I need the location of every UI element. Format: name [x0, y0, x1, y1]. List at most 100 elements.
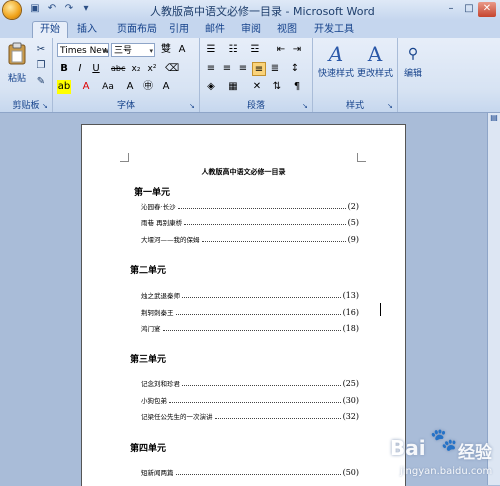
bold-button[interactable]: B — [57, 62, 71, 76]
styles-group-label: 样式 — [345, 101, 364, 111]
document-page[interactable]: 人教版高中语文必修一目录 第一单元 沁园春·长沙 (2) 雨巷 再别康桥 (5) 大… — [81, 124, 406, 486]
dialog-launcher-icon[interactable]: ↘ — [387, 102, 395, 110]
tab-review[interactable]: 审阅 — [236, 22, 266, 38]
tab-developer[interactable]: 开发工具 — [312, 22, 356, 38]
format-painter-icon[interactable]: ✎ — [34, 75, 48, 89]
toc-entry[interactable]: 烛之武退秦师 (13) — [141, 290, 359, 302]
toc-entry[interactable]: 荆轲刺秦王 (16) — [141, 307, 359, 319]
highlight-icon[interactable]: ab — [57, 80, 71, 94]
leader-dots — [201, 237, 346, 242]
group-font: Times New F▾ 三号▾ 雙 A B I U abc x₂ x² ⌫ a… — [53, 38, 200, 112]
paste-label: 粘贴 — [7, 74, 26, 84]
quick-styles-label: 快速样式 — [317, 69, 354, 79]
toc-entry-text: 记梁任公先生的一次演讲 — [141, 413, 213, 421]
unit-heading: 第一单元 — [134, 188, 171, 198]
multilevel-list-icon[interactable]: ☲ — [248, 43, 262, 57]
unit-heading: 第二单元 — [130, 266, 167, 276]
underline-button[interactable]: U — [89, 62, 103, 76]
toc-entry[interactable]: 大堰河——我的保姆 (9) — [141, 234, 359, 246]
binoculars-icon: ⚲ — [407, 46, 419, 62]
toc-entry-text: 沁园春·长沙 — [141, 203, 176, 211]
toc-entry-text: 荆轲刺秦王 — [141, 309, 174, 317]
toc-page-number: (32) — [342, 412, 359, 421]
increase-indent-icon[interactable]: ⇥ — [290, 43, 304, 57]
toc-entry[interactable]: 记梁任公先生的一次演讲 (32) — [141, 411, 359, 423]
align-right-icon[interactable]: ≡ — [236, 62, 250, 76]
toc-entry[interactable]: 鸿门宴 (18) — [141, 323, 359, 335]
clear-format-icon[interactable]: ⌫ — [165, 62, 179, 76]
decrease-indent-icon[interactable]: ⇤ — [274, 43, 288, 57]
change-styles-button[interactable]: A 更改样式 — [355, 42, 395, 79]
toc-entry[interactable]: 短新闻两篇 (50) — [141, 467, 359, 479]
strikethrough-button[interactable]: abc — [111, 62, 125, 76]
change-styles-icon: A — [367, 42, 383, 66]
tab-page-layout[interactable]: 页面布局 — [110, 22, 164, 38]
undo-icon[interactable]: ↶ — [45, 2, 59, 16]
ribbon: 粘贴 ✂ ❐ ✎ 剪贴板 ↘ Times New F▾ 三号▾ 雙 A B I … — [0, 38, 500, 113]
chinese-layout-icon[interactable]: ✕ — [250, 80, 264, 94]
cut-icon[interactable]: ✂ — [34, 43, 48, 57]
sort-icon[interactable]: ⇅ — [270, 80, 284, 94]
numbering-icon[interactable]: ☷ — [226, 43, 240, 57]
chevron-down-icon: ▾ — [103, 47, 107, 55]
leader-dots — [169, 398, 341, 403]
paragraph-group-label: 段落 — [246, 101, 265, 111]
change-case-icon[interactable]: Aa — [101, 80, 115, 94]
document-title: 人教版高中语文必修一目录 — [201, 168, 286, 176]
toc-entry[interactable]: 沁园春·长沙 (2) — [141, 201, 359, 213]
save-icon[interactable]: ▣ — [28, 2, 42, 16]
ruler-toggle-icon[interactable]: ▤ — [489, 113, 499, 123]
quick-styles-button[interactable]: A 快速样式 — [317, 42, 355, 79]
char-shading-icon[interactable]: A — [123, 80, 137, 94]
quick-access-toolbar: ▣ ↶ ↷ ▾ — [28, 2, 93, 18]
justify-icon[interactable]: ≡ — [252, 62, 266, 76]
show-marks-icon[interactable]: ¶ — [290, 80, 304, 94]
shading-icon[interactable]: ◈ — [204, 80, 218, 94]
unit-heading: 第四单元 — [130, 444, 167, 454]
tab-home[interactable]: 开始 — [32, 21, 68, 39]
toc-entry[interactable]: 雨巷 再别康桥 (5) — [141, 217, 359, 229]
toc-entry[interactable]: 记念刘和珍君 (25) — [141, 378, 359, 390]
tab-insert[interactable]: 插入 — [72, 22, 102, 38]
char-border-icon[interactable]: A — [175, 43, 189, 57]
editing-button[interactable]: ⚲ 编辑 — [400, 42, 426, 79]
group-paragraph: ☰ ☷ ☲ ⇤ ⇥ ≡ ≡ ≡ ≡ ≣ ↕ ◈ ▦ ✕ ⇅ ¶ 段落 ↘ — [200, 38, 313, 112]
align-center-icon[interactable]: ≡ — [220, 62, 234, 76]
office-button[interactable] — [3, 1, 21, 19]
dialog-launcher-icon[interactable]: ↘ — [302, 102, 310, 110]
minimize-button[interactable]: – — [442, 2, 460, 17]
dialog-launcher-icon[interactable]: ↘ — [189, 102, 197, 110]
leader-dots — [175, 310, 341, 315]
bullets-icon[interactable]: ☰ — [204, 43, 218, 57]
toc-entry-text: 短新闻两篇 — [141, 469, 174, 477]
font-size-select[interactable]: 三号 ▾ — [111, 43, 155, 57]
subscript-button[interactable]: x₂ — [129, 62, 143, 76]
chevron-down-icon: ▾ — [149, 47, 153, 55]
italic-button[interactable]: I — [73, 62, 87, 76]
enclose-char-icon[interactable]: ㊥ — [141, 80, 155, 94]
line-spacing-icon[interactable]: ↕ — [288, 62, 302, 76]
maximize-button[interactable]: □ — [460, 2, 478, 17]
watermark-url: jingyan.baidu.com — [400, 466, 493, 477]
copy-icon[interactable]: ❐ — [34, 59, 48, 73]
paste-button[interactable]: 粘贴 — [4, 42, 30, 84]
dialog-launcher-icon[interactable]: ↘ — [42, 102, 50, 110]
tab-view[interactable]: 视图 — [272, 22, 302, 38]
close-button[interactable]: ✕ — [478, 2, 496, 17]
borders-icon[interactable]: ▦ — [226, 80, 240, 94]
distribute-icon[interactable]: ≣ — [268, 62, 282, 76]
text-cursor — [380, 303, 381, 316]
customize-icon[interactable]: ▾ — [79, 2, 93, 16]
tab-references[interactable]: 引用 — [164, 22, 194, 38]
window-title: 人教版高中语文必修一目录 - Microsoft Word — [150, 5, 375, 18]
font-name-select[interactable]: Times New F▾ — [57, 43, 109, 57]
phonetic-guide-icon[interactable]: 雙 — [159, 43, 173, 57]
align-left-icon[interactable]: ≡ — [204, 62, 218, 76]
tab-mailings[interactable]: 邮件 — [200, 22, 230, 38]
font-color-icon[interactable]: A — [79, 80, 93, 94]
redo-icon[interactable]: ↷ — [62, 2, 76, 16]
toc-entry[interactable]: 小狗包弟 (30) — [141, 395, 359, 407]
window-controls: – □ ✕ — [442, 2, 496, 17]
superscript-button[interactable]: x² — [145, 62, 159, 76]
grow-font-icon[interactable]: A — [159, 80, 173, 94]
